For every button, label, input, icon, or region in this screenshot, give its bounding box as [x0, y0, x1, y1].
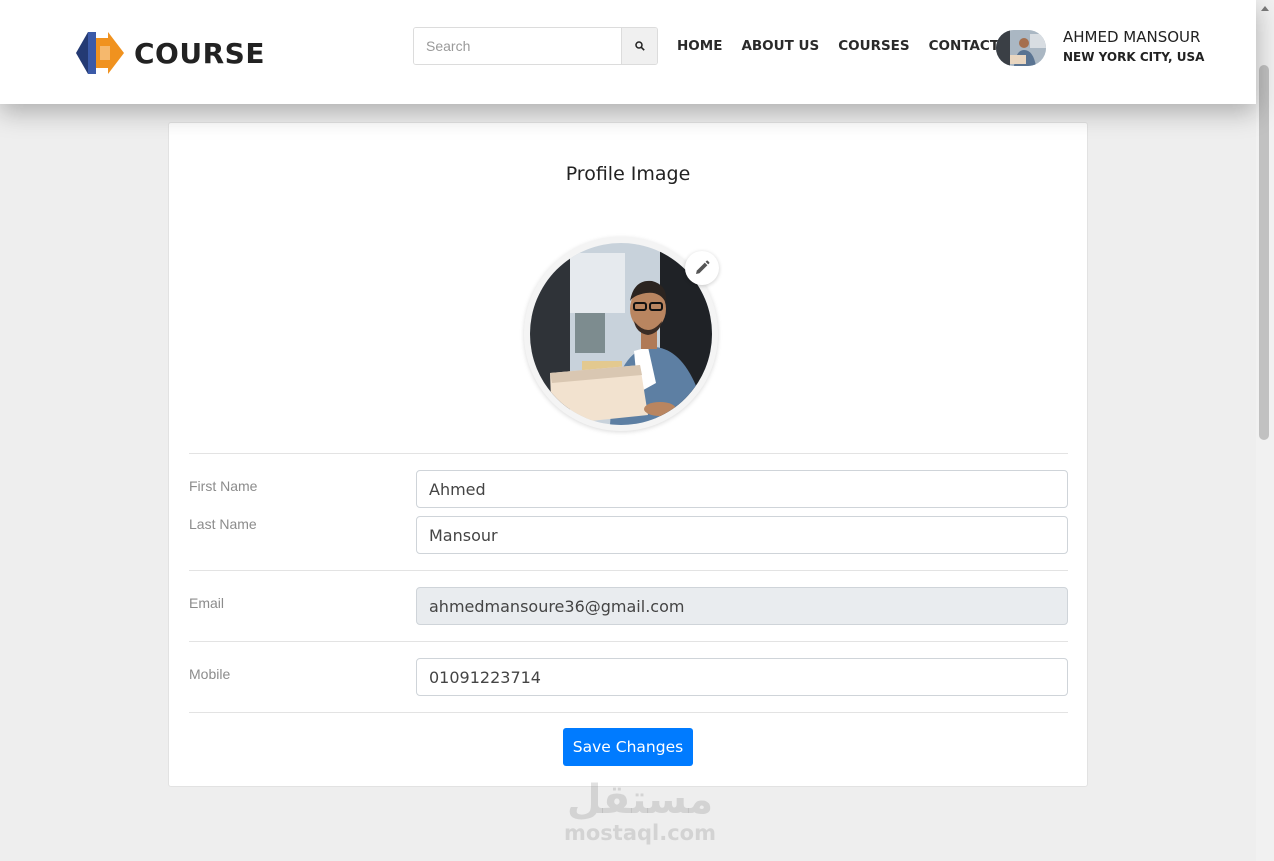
brand-name: COURSE — [134, 36, 265, 70]
mobile-input[interactable] — [416, 658, 1068, 696]
main-nav: HOME ABOUT US COURSES CONTACT — [677, 38, 1018, 54]
user-name: AHMED MANSOUR — [1063, 28, 1201, 46]
divider — [189, 453, 1068, 454]
divider — [189, 641, 1068, 642]
scroll-up-arrow-icon[interactable] — [1261, 6, 1269, 11]
logo-icon — [76, 32, 124, 74]
nav-courses[interactable]: COURSES — [838, 38, 909, 54]
user-avatar[interactable] — [996, 30, 1046, 66]
first-name-label: First Name — [189, 478, 258, 494]
nav-about-us[interactable]: ABOUT US — [741, 38, 819, 54]
top-header: COURSE HOME ABOUT US COURSES CONTACT AHM… — [0, 0, 1256, 104]
email-label: Email — [189, 595, 225, 611]
watermark: مستقل mostaql.com — [560, 778, 720, 844]
divider — [189, 570, 1068, 571]
page-scrollbar[interactable] — [1256, 0, 1274, 861]
search-bar — [413, 27, 658, 65]
user-photo-icon — [996, 30, 1046, 66]
last-name-input[interactable] — [416, 516, 1068, 554]
divider — [189, 712, 1068, 713]
brand-logo[interactable]: COURSE — [74, 30, 265, 76]
search-button[interactable] — [621, 28, 657, 64]
search-input[interactable] — [414, 28, 621, 64]
nav-home[interactable]: HOME — [677, 38, 722, 54]
scroll-thumb[interactable] — [1259, 65, 1269, 440]
nav-contact[interactable]: CONTACT — [929, 38, 999, 54]
edit-profile-image-button[interactable] — [685, 251, 719, 285]
email-field[interactable] — [416, 587, 1068, 625]
page-title: Profile Image — [565, 163, 691, 185]
first-name-input[interactable] — [416, 470, 1068, 508]
profile-card: Profile Image First Name Ahmed Last Name… — [168, 122, 1088, 787]
save-changes-button[interactable]: Save Changes — [563, 728, 693, 766]
last-name-label: Last Name — [189, 516, 257, 532]
search-icon — [634, 41, 645, 51]
watermark-latin: mostaql.com — [564, 821, 716, 845]
mobile-label: Mobile — [189, 666, 231, 682]
user-location: NEW YORK CITY, USA — [1063, 50, 1205, 64]
pencil-icon — [696, 260, 710, 274]
